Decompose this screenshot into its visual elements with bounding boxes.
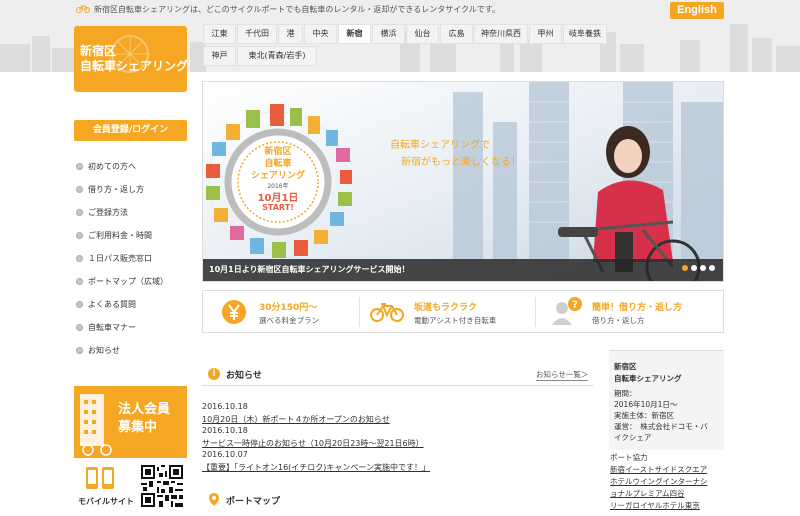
sidebar-item-day-pass[interactable]: １日パス販売窓口 — [76, 253, 152, 267]
area-tab[interactable]: 横浜 — [372, 24, 405, 44]
area-tab[interactable]: 仙台 — [406, 24, 439, 44]
news-header: i お知らせ お知らせ一覧＞ — [202, 362, 594, 386]
bicycle-icon — [76, 5, 90, 13]
corporate-member-banner[interactable]: 法人会員 募集中 — [74, 386, 187, 458]
hero-copy-line1: 自転車シェアリングで — [390, 140, 490, 151]
area-tab[interactable]: 東北(青森/岩手) — [237, 46, 317, 66]
hero-caption[interactable]: 10月1日より新宿区自転車シェアリングサービス開始！ — [203, 259, 723, 281]
sidebar-item-registration[interactable]: ご登録方法 — [76, 207, 128, 221]
slider-dot[interactable] — [700, 265, 706, 271]
sidebar-item-news[interactable]: お知らせ — [76, 345, 120, 359]
sidebar-item-manners[interactable]: 自転車マナー — [76, 322, 136, 336]
partner-link[interactable]: リーガロイヤルホテル東京 — [610, 500, 700, 511]
area-tab[interactable]: 港 — [278, 24, 303, 44]
port-map-title: ポートマップ — [226, 497, 281, 507]
bullet-icon — [76, 209, 83, 216]
news-link[interactable]: 【重要】「ライトオン16(イチロク)キャンペーン実施中です！」 — [202, 462, 430, 473]
port-map-header: ポートマップ — [202, 490, 594, 510]
person-question-icon: ? — [552, 297, 582, 325]
qr-code-icon — [141, 465, 183, 507]
bullet-icon — [76, 278, 83, 285]
area-tab[interactable]: 千代田 — [237, 24, 277, 44]
sidebar-item-first-time[interactable]: 初めての方へ — [76, 161, 136, 175]
yen-icon — [222, 300, 246, 324]
slider-dot[interactable] — [691, 265, 697, 271]
info-period: 2016年10月1日〜 — [614, 400, 678, 409]
slider-dot[interactable] — [682, 265, 688, 271]
info-name: 新宿区 — [614, 362, 637, 371]
area-tab[interactable]: 江東 — [203, 24, 236, 44]
info-period-label: 期間： — [614, 389, 637, 398]
feature-strip: 30分150円〜 選べる料金プラン 坂道もラクラク 電動アシスト付き自転車 ? … — [202, 290, 724, 333]
corporate-banner-line1: 法人会員 — [118, 402, 171, 417]
news-more-link[interactable]: お知らせ一覧＞ — [536, 369, 589, 381]
news-date: 2016.10.18 — [202, 402, 248, 411]
bullet-icon — [76, 324, 83, 331]
mobile-site-link[interactable]: モバイルサイト — [78, 465, 134, 513]
partner-link[interactable]: ホテルウイングインターナシ — [610, 476, 708, 487]
badge-start: START! — [262, 203, 294, 212]
mobile-phone-icon — [86, 467, 114, 489]
sidebar-item-port-map[interactable]: ポートマップ（広域） — [76, 276, 168, 290]
news-link[interactable]: 10月20日（木）新ポート４か所オープンのお知らせ — [202, 414, 390, 425]
feature-sub: 電動アシスト付き自転車 — [414, 316, 497, 325]
sidebar-item-pricing[interactable]: ご利用料金・時間 — [76, 230, 152, 244]
area-tab[interactable]: 岐阜養鉄 — [563, 24, 607, 44]
badge-sharing: シェアリング — [250, 171, 305, 181]
feature-how-to[interactable]: ? 簡単！借り方・返し方 借り方・返し方 — [536, 291, 724, 332]
news-date: 2016.10.07 — [202, 450, 248, 459]
site-logo[interactable]: 新宿区 自転車シェアリング — [74, 26, 189, 92]
slider-dots — [679, 256, 715, 275]
feature-title: 30分150円〜 — [259, 303, 318, 313]
building-icon — [80, 394, 112, 456]
bullet-icon — [76, 347, 83, 354]
hero-slider[interactable]: 新宿区 自転車 シェアリング 2016年 10月1日 START! 自転車シェア… — [202, 81, 724, 282]
info-name: 自転車シェアリング — [614, 374, 682, 383]
info-operator: イクシェア — [614, 433, 652, 442]
sidebar-item-how-to-rent[interactable]: 借り方・返し方 — [76, 184, 144, 198]
bullet-icon — [76, 186, 83, 193]
area-tab[interactable]: 神戸 — [203, 46, 236, 66]
partner-link[interactable]: ョナルプレミアム四谷 — [610, 488, 684, 499]
map-pin-icon — [209, 493, 219, 506]
info-organizer: 実施主体：新宿区 — [614, 411, 674, 420]
service-info-box: 新宿区 自転車シェアリング 期間： 2016年10月1日〜 実施主体：新宿区 運… — [609, 350, 724, 450]
news-link[interactable]: サービス一時停止のお知らせ（10月20日23時〜翌21日6時） — [202, 438, 424, 449]
feature-pricing[interactable]: 30分150円〜 選べる料金プラン — [203, 291, 359, 332]
feature-title: 坂道もラクラク — [414, 303, 478, 313]
hero-copy-line2: 新宿がもっと楽しくなる！ — [401, 157, 521, 168]
news-date: 2016.10.18 — [202, 426, 248, 435]
area-tab-active[interactable]: 新宿 — [338, 24, 371, 44]
slider-dot[interactable] — [709, 265, 715, 271]
bullet-icon — [76, 301, 83, 308]
feature-e-assist[interactable]: 坂道もラクラク 電動アシスト付き自転車 — [360, 291, 535, 332]
bullet-icon — [76, 255, 83, 262]
english-button[interactable]: English — [670, 2, 724, 19]
area-tab[interactable]: 広島 — [440, 24, 473, 44]
feature-title: 簡単！借り方・返し方 — [592, 303, 683, 313]
member-login-button[interactable]: 会員登録/ログイン — [74, 120, 187, 141]
area-tab[interactable]: 神奈川県西 — [474, 24, 528, 44]
feature-sub: 借り方・返し方 — [592, 316, 645, 325]
news-title: お知らせ — [226, 371, 262, 381]
mobile-site-label: モバイルサイト — [78, 497, 134, 506]
info-icon: i — [208, 368, 220, 380]
area-tab[interactable]: 甲州 — [529, 24, 562, 44]
logo-text-service: 自転車シェアリング — [80, 59, 189, 73]
bullet-icon — [76, 163, 83, 170]
bicycle-icon — [370, 303, 404, 322]
info-operator: 運営： 株式会社ドコモ・バ — [614, 422, 708, 431]
svg-text:?: ? — [572, 300, 578, 311]
sidebar-item-faq[interactable]: よくある質問 — [76, 299, 136, 313]
partner-link[interactable]: 新宿イーストサイドスクエア — [610, 464, 707, 475]
badge-date: 10月1日 — [257, 193, 299, 204]
bullet-icon — [76, 232, 83, 239]
corporate-banner-line2: 募集中 — [118, 420, 158, 435]
partner-label: ポート協力 — [610, 453, 648, 462]
area-tab[interactable]: 中央 — [304, 24, 337, 44]
site-tagline: 新宿区自転車シェアリングは、どこのサイクルポートでも自転車のレンタル・返却ができ… — [94, 5, 500, 14]
feature-sub: 選べる料金プラン — [259, 316, 319, 325]
